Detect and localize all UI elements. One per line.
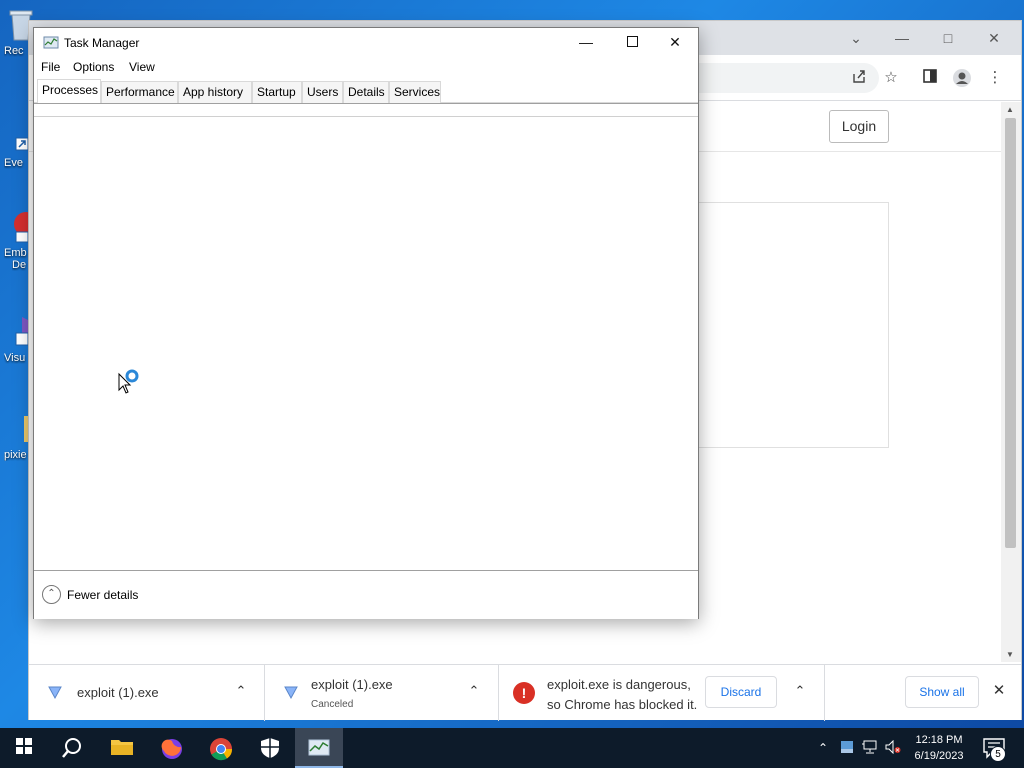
search-icon xyxy=(62,738,81,758)
tab-services[interactable]: Services xyxy=(389,81,441,104)
process-list-header-divider xyxy=(34,116,698,117)
tray-app-icon[interactable] xyxy=(839,740,855,756)
chevron-up-icon[interactable]: ⌃ xyxy=(465,683,483,701)
page-card xyxy=(697,202,889,448)
chevron-up-icon[interactable]: ⌃ xyxy=(42,585,61,604)
download-item[interactable]: exploit (1).exe ⌃ xyxy=(29,665,265,721)
menu-options[interactable]: Options xyxy=(73,60,114,74)
exe-file-icon xyxy=(284,686,298,700)
notification-count-badge: 5 xyxy=(990,746,1006,762)
minimize-button[interactable]: — xyxy=(887,27,917,49)
busy-cursor-icon xyxy=(118,369,139,394)
scroll-thumb[interactable] xyxy=(1005,118,1016,548)
search-button[interactable] xyxy=(48,728,96,768)
taskbar-security[interactable] xyxy=(246,728,294,768)
taskbar: ⌃ 12:18 PM 6/19/2023 5 xyxy=(0,728,1024,768)
task-manager-footer: ⌃ Fewer details xyxy=(34,570,698,619)
shield-icon xyxy=(261,738,279,758)
tab-app-history[interactable]: App history xyxy=(178,81,252,104)
profile-avatar-icon[interactable] xyxy=(952,68,972,88)
taskbar-file-explorer[interactable] xyxy=(98,728,146,768)
download-item[interactable]: exploit (1).exe Canceled ⌃ xyxy=(265,665,499,721)
tab-users[interactable]: Users xyxy=(302,81,343,104)
fewer-details-link[interactable]: Fewer details xyxy=(67,588,138,602)
tab-performance[interactable]: Performance xyxy=(101,81,178,104)
page-scrollbar[interactable]: ▲ ▼ xyxy=(1001,102,1021,662)
tab-processes[interactable]: Processes xyxy=(37,79,101,104)
windows-logo-icon xyxy=(16,738,32,754)
volume-muted-icon[interactable] xyxy=(885,739,901,756)
login-button[interactable]: Login xyxy=(829,110,889,143)
side-panel-icon[interactable] xyxy=(920,68,940,88)
danger-message-line2: so Chrome has blocked it. xyxy=(547,697,698,712)
task-manager-icon xyxy=(43,36,59,49)
danger-message: exploit.exe is dangerous, so Chrome has … xyxy=(547,675,697,715)
tab-bar: Processes Performance App history Startu… xyxy=(34,79,698,104)
download-filename: exploit (1).exe xyxy=(77,685,159,700)
task-manager-icon xyxy=(308,739,330,756)
scroll-down-icon[interactable]: ▼ xyxy=(1006,650,1014,659)
danger-message-line1: exploit.exe is dangerous, xyxy=(547,677,691,692)
close-button[interactable]: ✕ xyxy=(979,27,1009,49)
chevron-up-icon[interactable]: ⌃ xyxy=(232,683,250,701)
download-filename: exploit (1).exe xyxy=(311,677,393,692)
maximize-button[interactable]: □ xyxy=(933,27,963,49)
menu-bar: File Options View xyxy=(34,58,698,78)
folder-icon xyxy=(111,740,133,755)
window-title: Task Manager xyxy=(64,36,140,50)
download-item-dangerous[interactable]: ! exploit.exe is dangerous, so Chrome ha… xyxy=(499,665,825,721)
start-button[interactable] xyxy=(0,728,48,768)
minimize-button[interactable]: — xyxy=(563,28,609,56)
bookmark-star-icon[interactable]: ☆ xyxy=(881,68,901,88)
close-button[interactable]: ✕ xyxy=(652,28,698,56)
exe-file-icon xyxy=(48,686,62,700)
firefox-icon xyxy=(161,739,182,759)
share-icon[interactable] xyxy=(849,68,869,88)
tab-startup[interactable]: Startup xyxy=(252,81,302,104)
clock-date: 6/19/2023 xyxy=(914,750,964,762)
close-icon[interactable]: ✕ xyxy=(989,681,1009,701)
taskbar-chrome[interactable] xyxy=(197,728,245,768)
tab-search-icon[interactable]: ⌄ xyxy=(841,27,871,49)
download-status: Canceled xyxy=(311,699,354,710)
download-shelf: exploit (1).exe ⌃ exploit (1).exe Cancel… xyxy=(29,664,1021,721)
task-manager-window: Task Manager — ✕ File Options View Proce… xyxy=(33,27,699,619)
chevron-up-icon[interactable]: ⌃ xyxy=(815,740,831,756)
network-icon[interactable] xyxy=(862,740,878,756)
danger-warning-icon: ! xyxy=(513,682,535,704)
chrome-icon xyxy=(210,738,233,761)
chevron-up-icon[interactable]: ⌃ xyxy=(791,683,809,701)
taskbar-firefox[interactable] xyxy=(148,728,196,768)
tab-details[interactable]: Details xyxy=(343,81,389,104)
scroll-up-icon[interactable]: ▲ xyxy=(1006,105,1014,114)
task-manager-titlebar[interactable]: Task Manager — ✕ xyxy=(34,28,698,58)
show-all-button[interactable]: Show all xyxy=(905,676,979,708)
taskbar-task-manager[interactable] xyxy=(295,728,343,768)
system-clock[interactable]: 12:18 PM 6/19/2023 xyxy=(904,732,974,764)
maximize-button[interactable] xyxy=(609,28,655,56)
kebab-menu-icon[interactable]: ⋮ xyxy=(985,68,1005,88)
discard-button[interactable]: Discard xyxy=(705,676,777,708)
processes-panel xyxy=(34,103,698,570)
menu-file[interactable]: File xyxy=(41,60,60,74)
menu-view[interactable]: View xyxy=(129,60,155,74)
clock-time: 12:18 PM xyxy=(915,734,963,746)
